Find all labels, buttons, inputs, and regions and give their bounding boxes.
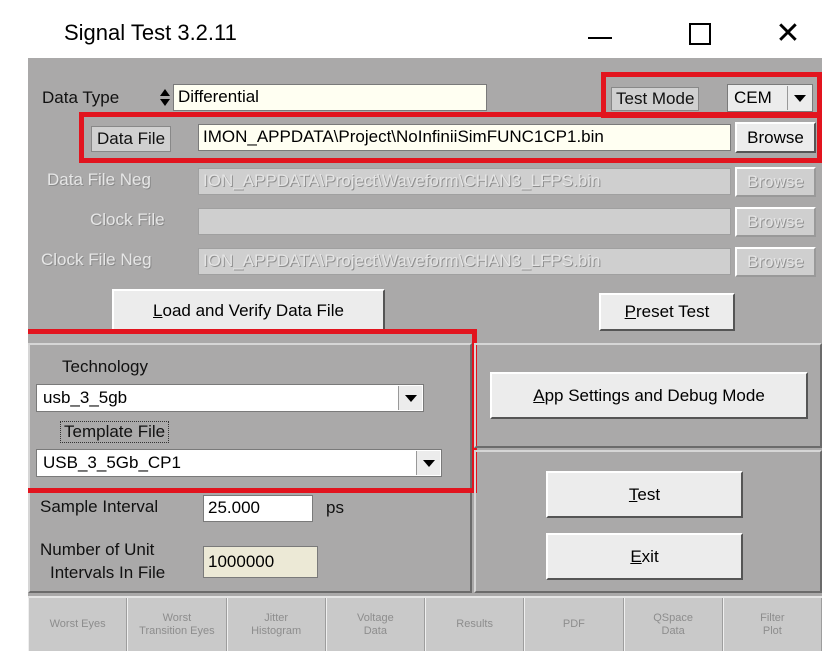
maximize-icon [689, 23, 711, 45]
sample-interval-field[interactable]: 25.000 [203, 495, 313, 522]
tab-label: Results [456, 618, 493, 630]
tab-label: Voltage [357, 611, 394, 624]
app-settings-label: App Settings and Debug Mode [533, 385, 765, 405]
test-button[interactable]: Test [546, 471, 743, 518]
tab-label: Data [363, 624, 387, 637]
close-button[interactable]: ✕ [760, 14, 816, 54]
data-type-label: Data Type [42, 88, 120, 107]
clock-file-neg-browse-button[interactable]: Browse [735, 247, 816, 277]
tab-results[interactable]: Results [425, 598, 525, 651]
spin-up-icon[interactable] [160, 88, 170, 96]
clock-file-neg-field[interactable]: ION_APPDATA\Project\Waveform\CHAN3_LFPS.… [198, 248, 731, 275]
sample-interval-unit: ps [326, 498, 344, 517]
clock-file-neg-label: Clock File Neg [41, 250, 152, 269]
tab-pdf[interactable]: PDF [524, 598, 624, 651]
load-verify-label: Load and Verify Data File [153, 301, 344, 320]
tab-label: Jitter [264, 611, 289, 624]
tab-worst-transition-eyes[interactable]: Worst Transition Eyes [127, 598, 227, 651]
highlight-technology [28, 329, 477, 493]
title-bar[interactable]: Signal Test 3.2.11 ✕ [0, 0, 830, 58]
clock-file-field[interactable] [198, 208, 731, 235]
data-file-neg-browse-button[interactable]: Browse [735, 167, 816, 197]
spin-down-icon[interactable] [160, 98, 170, 106]
tab-label: Transition Eyes [139, 624, 215, 637]
tab-label: QSpace [653, 611, 693, 624]
tab-label: Data [661, 624, 685, 637]
app-window: Signal Test 3.2.11 ✕ Data Type Different… [0, 0, 830, 651]
data-file-neg-field[interactable]: ION_APPDATA\Project\Waveform\CHAN3_LFPS.… [198, 168, 731, 195]
close-icon: ✕ [775, 17, 801, 50]
app-settings-button[interactable]: App Settings and Debug Mode [490, 372, 808, 419]
clock-file-label: Clock File [90, 210, 165, 229]
tab-label: Worst [162, 611, 192, 624]
tab-label: Plot [762, 624, 782, 637]
highlight-data-file [79, 112, 822, 163]
tab-voltage-data[interactable]: Voltage Data [325, 598, 425, 651]
tab-label: Worst Eyes [49, 618, 106, 630]
maximize-button[interactable] [672, 14, 728, 54]
tab-label: PDF [562, 618, 585, 630]
minimize-button[interactable] [572, 14, 628, 54]
minimize-icon [588, 37, 612, 39]
test-label: Test [628, 484, 661, 504]
tab-worst-eyes[interactable]: Worst Eyes [28, 598, 128, 651]
result-tabs: Worst Eyes Worst Transition Eyes Jitter Hi… [28, 596, 822, 651]
tab-filter-plot[interactable]: Filter Plot [722, 598, 822, 651]
window-title: Signal Test 3.2.11 [64, 20, 237, 45]
tab-qspace-data[interactable]: QSpace Data [623, 598, 723, 651]
data-file-neg-label: Data File Neg [47, 170, 151, 189]
preset-test-button[interactable]: Preset Test [599, 293, 735, 331]
sample-interval-label: Sample Interval [40, 497, 159, 516]
data-type-field[interactable]: Differential [173, 84, 487, 111]
tab-label: Filter [760, 611, 785, 624]
unit-intervals-label-line2: Intervals In File [50, 563, 166, 582]
unit-intervals-field[interactable]: 1000000 [203, 546, 318, 578]
data-type-spinner[interactable] [159, 84, 171, 110]
exit-label: Exit [630, 546, 659, 566]
unit-intervals-label-line1: Number of Unit [40, 540, 155, 559]
preset-test-label: Preset Test [624, 302, 710, 321]
load-verify-button[interactable]: Load and Verify Data File [112, 289, 385, 333]
main-panel: Data Type Differential Test Mode CEM Dat… [28, 58, 822, 651]
tab-label: Histogram [251, 624, 302, 637]
tab-jitter-histogram[interactable]: Jitter Histogram [226, 598, 326, 651]
exit-button[interactable]: Exit [546, 533, 743, 580]
clock-file-browse-button[interactable]: Browse [735, 207, 816, 237]
